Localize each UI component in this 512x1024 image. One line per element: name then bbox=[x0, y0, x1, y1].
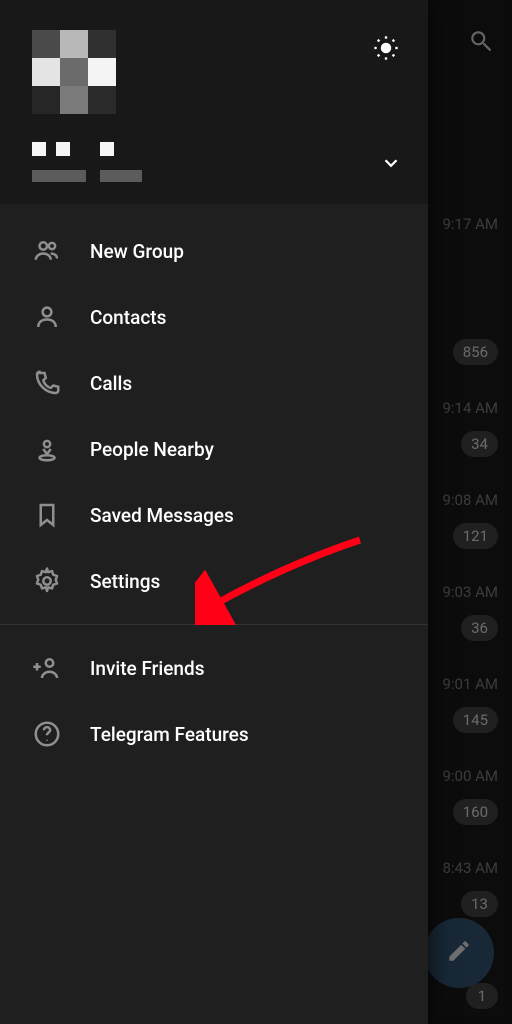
menu-item-telegram-features[interactable]: Telegram Features bbox=[0, 701, 428, 767]
drawer-header bbox=[0, 0, 428, 204]
menu-item-contacts[interactable]: Contacts bbox=[0, 284, 428, 350]
unread-badge: 34 bbox=[461, 431, 498, 457]
menu-item-new-group[interactable]: New Group bbox=[0, 218, 428, 284]
chat-time: 8:43 AM bbox=[442, 859, 498, 877]
theme-toggle-button[interactable] bbox=[366, 30, 406, 70]
menu-label: Telegram Features bbox=[90, 723, 249, 746]
unread-badge: 856 bbox=[453, 339, 498, 365]
unread-badge: 36 bbox=[461, 615, 498, 641]
menu-label: Calls bbox=[90, 372, 132, 395]
menu-label: Contacts bbox=[90, 306, 166, 329]
menu-label: New Group bbox=[90, 240, 184, 263]
gear-icon bbox=[32, 566, 62, 596]
menu-item-calls[interactable]: Calls bbox=[0, 350, 428, 416]
unread-badge: 145 bbox=[453, 707, 498, 733]
chat-time: 9:00 AM bbox=[442, 767, 498, 785]
menu-item-settings[interactable]: Settings bbox=[0, 548, 428, 614]
sun-icon bbox=[372, 34, 400, 66]
menu-item-invite-friends[interactable]: Invite Friends bbox=[0, 635, 428, 701]
group-icon bbox=[32, 236, 62, 266]
chat-time: 9:14 AM bbox=[442, 399, 498, 417]
profile-phone bbox=[32, 170, 406, 182]
unread-badge: 121 bbox=[453, 523, 498, 549]
phone-icon bbox=[32, 368, 62, 398]
bookmark-icon bbox=[32, 500, 62, 530]
nav-drawer: New Group Contacts Calls People Nearby S… bbox=[0, 0, 428, 1024]
chat-time: 9:03 AM bbox=[442, 583, 498, 601]
unread-badge: 160 bbox=[453, 799, 498, 825]
menu-label: People Nearby bbox=[90, 438, 214, 461]
help-icon bbox=[32, 719, 62, 749]
chevron-down-icon bbox=[380, 152, 402, 178]
avatar[interactable] bbox=[32, 30, 116, 114]
menu-item-people-nearby[interactable]: People Nearby bbox=[0, 416, 428, 482]
menu-label: Invite Friends bbox=[90, 657, 204, 680]
nearby-icon bbox=[32, 434, 62, 464]
menu-label: Saved Messages bbox=[90, 504, 234, 527]
unread-badge: 13 bbox=[461, 891, 498, 917]
drawer-menu: New Group Contacts Calls People Nearby S… bbox=[0, 204, 428, 767]
compose-fab[interactable] bbox=[424, 918, 494, 988]
person-icon bbox=[32, 302, 62, 332]
menu-label: Settings bbox=[90, 570, 160, 593]
chat-time: 9:08 AM bbox=[442, 491, 498, 509]
unread-badge: 1 bbox=[466, 983, 498, 1009]
chat-time: 9:01 AM bbox=[442, 675, 498, 693]
invite-icon bbox=[32, 653, 62, 683]
app-root: 9:17 AM 856 9:14 AM 34 9:08 AM 121 9:03 AM… bbox=[0, 0, 512, 1024]
chat-time: 9:17 AM bbox=[442, 215, 498, 233]
profile-name bbox=[32, 142, 406, 156]
search-icon[interactable] bbox=[468, 28, 494, 58]
pencil-icon bbox=[446, 938, 472, 968]
account-switcher[interactable] bbox=[376, 150, 406, 180]
menu-divider bbox=[0, 624, 428, 625]
menu-item-saved-messages[interactable]: Saved Messages bbox=[0, 482, 428, 548]
